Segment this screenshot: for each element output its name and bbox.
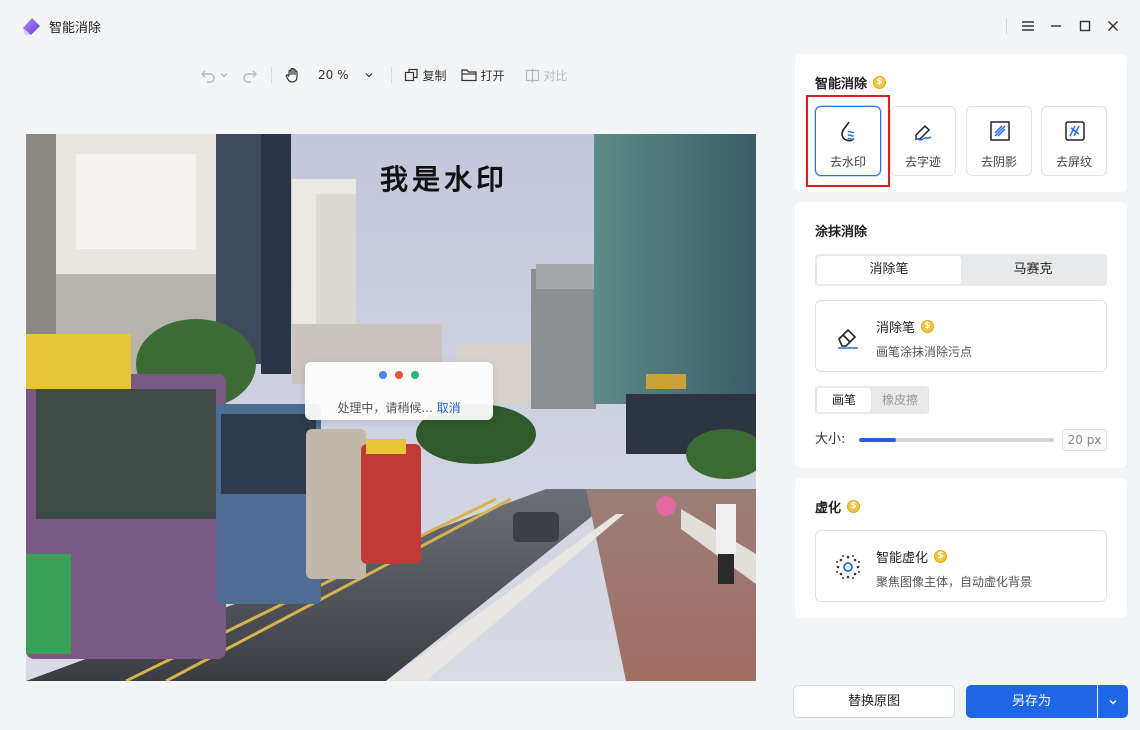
cancel-link[interactable]: 取消 <box>437 401 461 415</box>
smart-erase-title-label: 智能消除 <box>815 77 868 92</box>
coin-icon: $ <box>934 550 948 563</box>
loading-dot <box>379 371 387 379</box>
loading-dot <box>395 371 403 379</box>
coin-icon: $ <box>921 320 935 333</box>
brush-mode-toggle: 画笔 橡皮擦 <box>815 386 929 414</box>
open-button[interactable]: 打开 <box>460 67 505 84</box>
smear-mode-tabs: 消除笔 马赛克 <box>815 254 1107 286</box>
open-label: 打开 <box>480 68 505 83</box>
tool-remove-shadow[interactable]: 去阴影 <box>966 106 1032 176</box>
redo-icon <box>243 70 257 83</box>
chevron-down-icon <box>220 73 228 78</box>
zoom-value: 20 % <box>318 68 349 82</box>
smear-erase-panel: 涂抹消除 消除笔 马赛克 消除笔 $ 画笔涂抹消除污点 画笔 橡皮擦 大小: 2… <box>795 202 1127 468</box>
title-divider <box>1006 18 1007 34</box>
canvas-toolbar: 20 % 复制 打开 对比 <box>200 64 568 86</box>
smart-blur-desc: 聚焦图像主体，自动虚化背景 <box>876 575 1033 589</box>
tool-remove-moire[interactable]: 去屏纹 <box>1041 106 1107 176</box>
compare-icon <box>525 68 539 82</box>
eraser-mode[interactable]: 橡皮擦 <box>873 388 927 412</box>
blur-panel: 虚化 $ 智能虚化 $ 聚焦图像主体，自动虚化背景 <box>795 478 1127 618</box>
tab-mosaic[interactable]: 马赛克 <box>961 256 1105 284</box>
minimize-icon[interactable] <box>1046 16 1066 36</box>
size-slider[interactable] <box>859 438 1054 442</box>
zoom-select[interactable]: 20 % <box>318 68 373 82</box>
size-input[interactable]: 20 px <box>1062 429 1107 451</box>
brush-mode[interactable]: 画笔 <box>817 388 871 412</box>
eraser-pen-title: 消除笔 $ <box>876 317 935 336</box>
compare-button[interactable]: 对比 <box>525 67 568 84</box>
smart-erase-title: 智能消除 $ <box>815 73 887 92</box>
copy-icon <box>404 68 418 81</box>
save-options-dropdown[interactable] <box>1098 685 1128 718</box>
replace-original-button[interactable]: 替换原图 <box>793 685 955 718</box>
tab-eraser-pen[interactable]: 消除笔 <box>817 256 961 284</box>
eraser-pen-card[interactable]: 消除笔 $ 画笔涂抹消除污点 <box>815 300 1107 372</box>
copy-label: 复制 <box>422 68 447 83</box>
size-value: 20 <box>1067 433 1083 447</box>
maximize-icon[interactable] <box>1075 16 1095 36</box>
eraser-icon <box>838 328 858 349</box>
toolbar-divider <box>271 67 272 83</box>
save-as-button[interactable]: 另存为 <box>966 685 1097 718</box>
processing-overlay: 处理中，请稍候... 取消 <box>305 362 493 420</box>
blur-focus-icon <box>836 555 860 579</box>
folder-icon <box>460 69 477 82</box>
hand-tool-button[interactable] <box>284 66 302 84</box>
undo-icon <box>201 70 215 83</box>
tool-label: 去阴影 <box>980 155 1017 169</box>
chevron-down-icon <box>365 73 372 78</box>
moire-remove-icon <box>1065 121 1085 141</box>
size-label: 大小: <box>815 432 846 447</box>
blur-title: 虚化 $ <box>815 497 861 516</box>
eraser-logo-icon <box>23 18 40 35</box>
toolbar-divider <box>390 67 392 83</box>
processing-label: 处理中，请稍候... <box>337 401 433 415</box>
app-title: 智能消除 <box>49 21 102 36</box>
eraser-pen-desc: 画笔涂抹消除污点 <box>876 345 973 359</box>
smear-erase-title: 涂抹消除 <box>815 225 868 240</box>
smart-blur-title: 智能虚化 $ <box>876 547 948 566</box>
watermark-text: 我是水印 <box>380 163 509 196</box>
menu-icon[interactable] <box>1018 16 1038 36</box>
coin-icon: $ <box>847 500 861 513</box>
redo-button[interactable] <box>242 67 258 83</box>
processing-message: 处理中，请稍候... 取消 <box>305 399 493 416</box>
brush-size-row: 大小: 20 px <box>815 428 1107 452</box>
loading-dot <box>411 371 419 379</box>
hand-icon <box>285 67 298 83</box>
title-bar: 智能消除 <box>0 0 1140 52</box>
size-unit: px <box>1086 433 1102 447</box>
tool-label: 去屏纹 <box>1055 155 1092 169</box>
chevron-down-icon <box>1109 699 1117 704</box>
smart-blur-card[interactable]: 智能虚化 $ 聚焦图像主体，自动虚化背景 <box>815 530 1107 602</box>
compare-label: 对比 <box>543 68 568 83</box>
undo-button[interactable] <box>200 67 228 83</box>
close-icon[interactable] <box>1103 16 1123 36</box>
coin-icon: $ <box>873 76 887 89</box>
loading-dots <box>379 371 419 379</box>
smart-blur-title-label: 智能虚化 <box>876 551 929 566</box>
size-slider-fill <box>859 438 897 442</box>
copy-button[interactable]: 复制 <box>404 67 447 84</box>
eraser-pen-title-label: 消除笔 <box>876 321 916 336</box>
shadow-remove-icon <box>990 121 1010 141</box>
tool-label: 去字迹 <box>904 155 941 169</box>
blur-title-label: 虚化 <box>815 501 842 516</box>
handwriting-remove-icon <box>914 124 932 141</box>
selection-highlight <box>806 95 890 187</box>
tool-remove-handwriting[interactable]: 去字迹 <box>890 106 956 176</box>
